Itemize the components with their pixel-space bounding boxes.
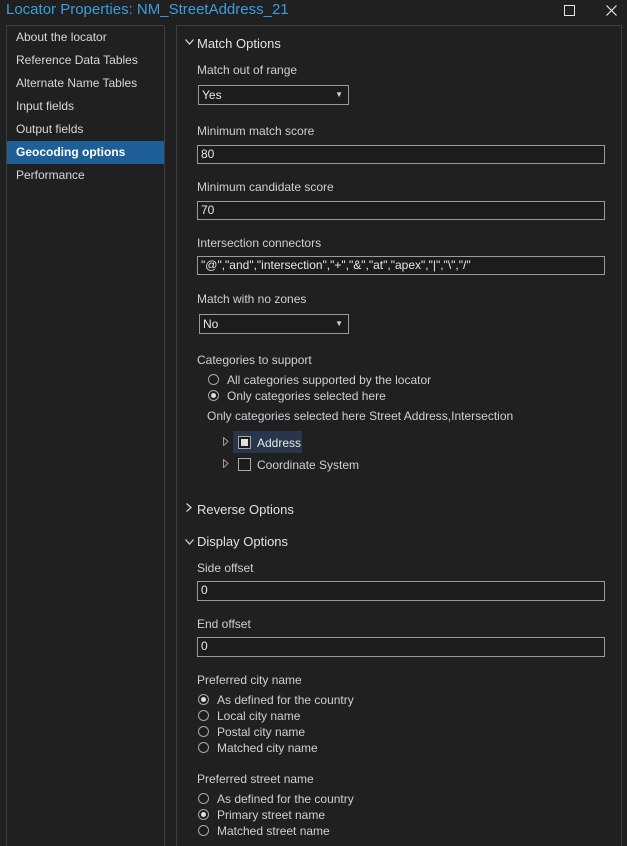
radio-city-as-defined[interactable] bbox=[198, 694, 209, 705]
sidebar-item-about[interactable]: About the locator bbox=[7, 26, 164, 49]
reverse-options-header[interactable]: Reverse Options bbox=[197, 502, 294, 517]
match-no-zones-value: No bbox=[203, 317, 219, 331]
chevron-down-icon[interactable] bbox=[185, 537, 194, 548]
coordinate-system-tree-label[interactable]: Coordinate System bbox=[257, 458, 359, 472]
preferred-street-label: Preferred street name bbox=[197, 772, 314, 786]
match-options-header[interactable]: Match Options bbox=[197, 36, 281, 51]
min-candidate-score-label: Minimum candidate score bbox=[197, 180, 334, 194]
locator-properties-window: Locator Properties: NM_StreetAddress_21 … bbox=[0, 0, 627, 846]
sidebar-item-reference-data-tables[interactable]: Reference Data Tables bbox=[7, 49, 164, 72]
coordinate-system-checkbox[interactable] bbox=[238, 458, 251, 471]
match-no-zones-select[interactable]: No ▼ bbox=[199, 314, 349, 334]
sidebar-item-alternate-name-tables[interactable]: Alternate Name Tables bbox=[7, 72, 164, 95]
radio-city-matched-label[interactable]: Matched city name bbox=[217, 741, 318, 755]
radio-all-categories[interactable] bbox=[208, 374, 219, 385]
sidebar-item-performance[interactable]: Performance bbox=[7, 164, 164, 187]
match-out-of-range-select[interactable]: Yes ▼ bbox=[198, 85, 349, 105]
radio-all-categories-label[interactable]: All categories supported by the locator bbox=[227, 373, 431, 387]
side-offset-input[interactable]: 0 bbox=[197, 581, 605, 601]
radio-city-postal-label[interactable]: Postal city name bbox=[217, 725, 305, 739]
intersection-connectors-input[interactable]: "@","and","intersection","+","&","at","a… bbox=[197, 256, 605, 275]
radio-street-primary-label[interactable]: Primary street name bbox=[217, 808, 325, 822]
match-out-of-range-value: Yes bbox=[202, 88, 222, 102]
window-title: Locator Properties: NM_StreetAddress_21 bbox=[6, 1, 289, 18]
tree-expand-icon[interactable] bbox=[223, 436, 229, 448]
close-button[interactable] bbox=[594, 0, 627, 22]
match-out-of-range-label: Match out of range bbox=[197, 63, 298, 77]
categories-label: Categories to support bbox=[197, 353, 312, 367]
radio-only-selected-categories[interactable] bbox=[208, 390, 219, 401]
radio-street-primary[interactable] bbox=[198, 809, 209, 820]
end-offset-label: End offset bbox=[197, 617, 251, 631]
address-tree-label[interactable]: Address bbox=[257, 436, 301, 450]
min-candidate-score-input[interactable]: 70 bbox=[197, 201, 605, 220]
radio-only-selected-categories-label[interactable]: Only categories selected here bbox=[227, 389, 386, 403]
radio-city-postal[interactable] bbox=[198, 726, 209, 737]
preferred-city-label: Preferred city name bbox=[197, 673, 302, 687]
geocoding-options-panel: Match Options Match out of range Yes ▼ M… bbox=[176, 25, 622, 846]
radio-street-matched[interactable] bbox=[198, 825, 209, 836]
radio-city-local-label[interactable]: Local city name bbox=[217, 709, 300, 723]
radio-street-as-defined-label[interactable]: As defined for the country bbox=[217, 792, 354, 806]
dropdown-caret-icon: ▼ bbox=[335, 319, 343, 328]
sidebar-item-input-fields[interactable]: Input fields bbox=[7, 95, 164, 118]
chevron-down-icon[interactable] bbox=[185, 37, 194, 48]
radio-street-as-defined[interactable] bbox=[198, 793, 209, 804]
radio-city-as-defined-label[interactable]: As defined for the country bbox=[217, 693, 354, 707]
min-match-score-label: Minimum match score bbox=[197, 124, 315, 138]
radio-city-matched[interactable] bbox=[198, 742, 209, 753]
end-offset-input[interactable]: 0 bbox=[197, 637, 605, 657]
sidebar-item-output-fields[interactable]: Output fields bbox=[7, 118, 164, 141]
sidebar-item-geocoding-options[interactable]: Geocoding options bbox=[7, 141, 164, 164]
display-options-header[interactable]: Display Options bbox=[197, 534, 288, 549]
maximize-icon bbox=[563, 5, 575, 16]
close-icon bbox=[605, 5, 617, 16]
side-offset-label: Side offset bbox=[197, 561, 254, 575]
chevron-right-icon[interactable] bbox=[186, 503, 192, 515]
categories-summary: Only categories selected here Street Add… bbox=[207, 409, 514, 423]
title-bar: Locator Properties: NM_StreetAddress_21 … bbox=[0, 0, 627, 22]
radio-city-local[interactable] bbox=[198, 710, 209, 721]
intersection-connectors-label: Intersection connectors bbox=[197, 236, 322, 250]
maximize-button[interactable] bbox=[552, 0, 586, 22]
radio-street-matched-label[interactable]: Matched street name bbox=[217, 824, 330, 838]
min-match-score-input[interactable]: 80 bbox=[197, 145, 605, 164]
sidebar-nav: About the locator Reference Data Tables … bbox=[6, 25, 165, 846]
tree-expand-icon[interactable] bbox=[223, 458, 229, 470]
dropdown-caret-icon: ▼ bbox=[335, 90, 343, 99]
address-checkbox[interactable] bbox=[238, 436, 251, 449]
match-no-zones-label: Match with no zones bbox=[197, 292, 307, 306]
